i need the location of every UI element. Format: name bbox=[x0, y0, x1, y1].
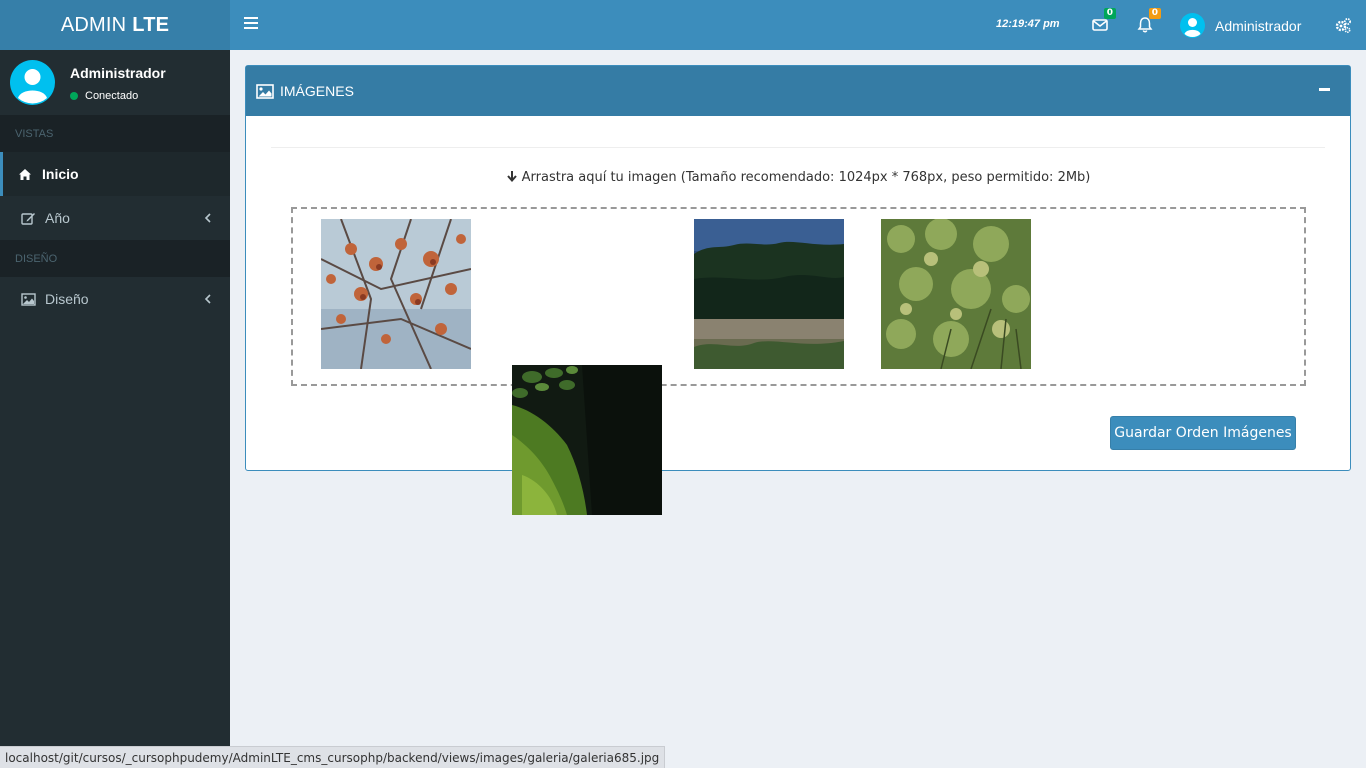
chevron-left-icon bbox=[204, 213, 211, 223]
clock: 12:19:47 pm bbox=[996, 18, 1060, 30]
bell-icon[interactable]: 0 bbox=[1135, 8, 1161, 35]
user-menu[interactable]: Administrador bbox=[1180, 13, 1301, 38]
sidebar: Administrador Conectado VISTAS Inicio Añ… bbox=[0, 50, 230, 768]
mail-count-badge: 0 bbox=[1103, 8, 1116, 19]
collapse-button[interactable] bbox=[1319, 88, 1330, 91]
image-icon bbox=[256, 83, 274, 99]
chevron-left-icon bbox=[204, 294, 211, 304]
notification-count-badge: 0 bbox=[1148, 8, 1161, 19]
upload-hint-text: Arrastra aquí tu imagen (Tamaño recomend… bbox=[521, 170, 1091, 185]
sidebar-item-label: Inicio bbox=[42, 166, 79, 182]
status-label: Conectado bbox=[85, 90, 139, 102]
galeria-image-shrubs[interactable] bbox=[881, 219, 1031, 369]
top-navbar: 12:19:47 pm 0 0 Administrador bbox=[230, 0, 1366, 50]
brand-bold: LTE bbox=[132, 13, 170, 36]
save-order-button[interactable]: Guardar Orden Imágenes bbox=[1110, 416, 1296, 450]
sidebar-item-diseno[interactable]: Diseño bbox=[0, 277, 230, 321]
arrow-down-icon bbox=[506, 171, 517, 182]
sidebar-avatar bbox=[10, 60, 55, 105]
galeria-image-branches[interactable] bbox=[321, 219, 471, 369]
galeria-image-mossy-rock[interactable] bbox=[512, 365, 662, 515]
galeria-image-forest-river[interactable] bbox=[694, 219, 844, 369]
sidebar-user-name: Administrador bbox=[70, 65, 166, 81]
sidebar-user-panel: Administrador Conectado bbox=[0, 50, 230, 115]
user-avatar-icon bbox=[1180, 13, 1205, 38]
sidebar-item-inicio[interactable]: Inicio bbox=[0, 152, 230, 196]
online-dot-icon bbox=[70, 92, 78, 100]
gears-icon[interactable] bbox=[1335, 17, 1352, 34]
edit-icon bbox=[21, 211, 37, 225]
browser-status-bar: localhost/git/cursos/_cursophpudemy/Admi… bbox=[0, 746, 666, 768]
divider bbox=[271, 147, 1325, 148]
brand-logo[interactable]: ADMIN LTE bbox=[0, 0, 230, 50]
brand-prefix: ADMIN bbox=[60, 13, 127, 36]
panel-header: IMÁGENES bbox=[246, 66, 1350, 116]
images-panel: IMÁGENES Arrastra aquí tu imagen (Tamaño… bbox=[245, 65, 1351, 471]
menu-header-diseno: DISEÑO bbox=[0, 240, 230, 277]
hamburger-icon[interactable] bbox=[244, 17, 258, 31]
image-dropzone[interactable] bbox=[291, 207, 1306, 386]
navbar-user-name: Administrador bbox=[1215, 17, 1302, 34]
image-icon bbox=[21, 292, 37, 306]
panel-title: IMÁGENES bbox=[280, 83, 354, 99]
online-status: Conectado bbox=[70, 90, 138, 102]
upload-hint: Arrastra aquí tu imagen (Tamaño recomend… bbox=[246, 170, 1350, 185]
home-icon bbox=[18, 167, 34, 181]
envelope-icon[interactable]: 0 bbox=[1090, 8, 1116, 35]
sidebar-item-label: Diseño bbox=[45, 291, 89, 307]
menu-header-vistas: VISTAS bbox=[0, 115, 230, 152]
sidebar-item-ano[interactable]: Año bbox=[0, 196, 230, 240]
sidebar-item-label: Año bbox=[45, 210, 70, 226]
